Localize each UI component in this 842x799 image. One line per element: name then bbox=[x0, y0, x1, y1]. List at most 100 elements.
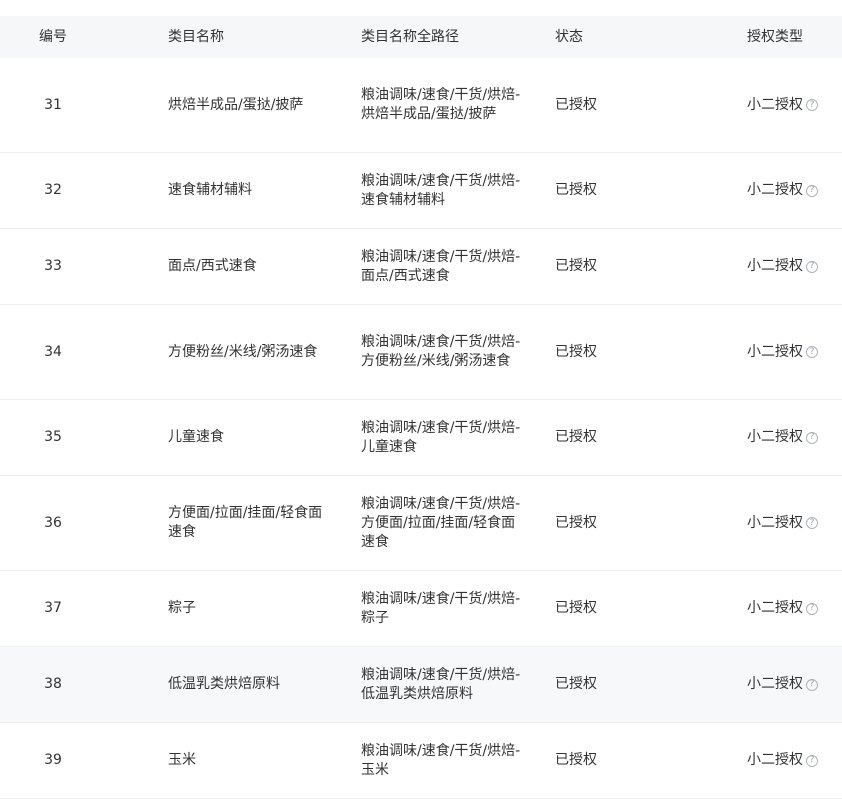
cell-id: 33 bbox=[0, 229, 106, 304]
cell-category-name: 速食辅材辅料 bbox=[168, 153, 323, 228]
question-circle-icon[interactable]: ? bbox=[806, 517, 818, 529]
cell-status: 已授权 bbox=[555, 229, 675, 304]
question-circle-icon[interactable]: ? bbox=[806, 346, 818, 358]
cell-status: 已授权 bbox=[555, 571, 675, 646]
question-circle-icon[interactable]: ? bbox=[806, 99, 818, 111]
table-row: 37 粽子 粮油调味/速食/干货/烘焙-粽子 已授权 小二授权? bbox=[0, 571, 842, 647]
cell-status: 已授权 bbox=[555, 58, 675, 152]
cell-auth-type-text: 小二授权 bbox=[747, 600, 803, 616]
cell-category-name: 儿童速食 bbox=[168, 400, 323, 475]
table-row: 31 烘焙半成品/蛋挞/披萨 粮油调味/速食/干货/烘焙-烘焙半成品/蛋挞/披萨 已授… bbox=[0, 58, 842, 153]
cell-category-name: 烘焙半成品/蛋挞/披萨 bbox=[168, 58, 323, 152]
cell-id-text: 35 bbox=[44, 429, 62, 445]
cell-category-path: 粮油调味/速食/干货/烘焙-玉米 bbox=[361, 723, 521, 798]
table-row: 39 玉米 粮油调味/速食/干货/烘焙-玉米 已授权 小二授权? bbox=[0, 723, 842, 799]
cell-category-path: 粮油调味/速食/干货/烘焙-烘焙半成品/蛋挞/披萨 bbox=[361, 58, 521, 152]
cell-category-name-text: 速食辅材辅料 bbox=[168, 182, 252, 198]
cell-status: 已授权 bbox=[555, 400, 675, 475]
cell-id: 34 bbox=[0, 305, 106, 399]
cell-status-text: 已授权 bbox=[555, 258, 597, 274]
cell-category-path: 粮油调味/速食/干货/烘焙-速食辅材辅料 bbox=[361, 153, 521, 228]
column-header-path: 类目名称全路径 bbox=[361, 28, 459, 45]
cell-status-text: 已授权 bbox=[555, 429, 597, 445]
cell-auth-type: 小二授权? bbox=[747, 476, 842, 570]
question-circle-icon[interactable]: ? bbox=[806, 184, 818, 197]
column-header-auth: 授权类型 bbox=[747, 28, 803, 45]
cell-category-path-text: 粮油调味/速食/干货/烘焙-儿童速食 bbox=[361, 419, 521, 455]
table-row: 38 低温乳类烘焙原料 粮油调味/速食/干货/烘焙-低温乳类烘焙原料 已授权 小二授权? bbox=[0, 647, 842, 723]
cell-status-text: 已授权 bbox=[555, 600, 597, 616]
cell-category-name-text: 面点/西式速食 bbox=[168, 258, 257, 274]
cell-category-path: 粮油调味/速食/干货/烘焙-方便粉丝/米线/粥汤速食 bbox=[361, 305, 521, 399]
cell-id: 31 bbox=[0, 58, 106, 152]
cell-auth-type-text: 小二授权 bbox=[747, 429, 803, 445]
cell-auth-type-text: 小二授权 bbox=[747, 182, 803, 198]
cell-category-name: 粽子 bbox=[168, 571, 323, 646]
cell-category-path-text: 粮油调味/速食/干货/烘焙-低温乳类烘焙原料 bbox=[361, 666, 521, 702]
cell-category-name: 面点/西式速食 bbox=[168, 229, 323, 304]
cell-id: 37 bbox=[0, 571, 106, 646]
cell-id-text: 31 bbox=[44, 96, 62, 113]
cell-category-name-text: 方便粉丝/米线/粥汤速食 bbox=[168, 343, 318, 360]
cell-status-text: 已授权 bbox=[555, 676, 597, 692]
cell-auth-type-text: 小二授权 bbox=[747, 96, 803, 113]
cell-auth-type: 小二授权? bbox=[747, 58, 842, 152]
cell-auth-type: 小二授权? bbox=[747, 153, 842, 228]
cell-category-path-text: 粮油调味/速食/干货/烘焙-方便粉丝/米线/粥汤速食 bbox=[361, 334, 521, 369]
question-circle-icon[interactable]: ? bbox=[806, 754, 818, 767]
cell-id: 32 bbox=[0, 153, 106, 228]
cell-category-path-text: 粮油调味/速食/干货/烘焙-速食辅材辅料 bbox=[361, 172, 521, 208]
cell-id-text: 36 bbox=[44, 514, 62, 531]
cell-auth-type-text: 小二授权 bbox=[747, 514, 803, 531]
cell-id: 35 bbox=[0, 400, 106, 475]
table-row: 35 儿童速食 粮油调味/速食/干货/烘焙-儿童速食 已授权 小二授权? bbox=[0, 400, 842, 476]
cell-category-path: 粮油调味/速食/干货/烘焙-方便面/拉面/挂面/轻食面速食 bbox=[361, 476, 521, 570]
cell-category-name-text: 玉米 bbox=[168, 752, 196, 768]
table-row: 34 方便粉丝/米线/粥汤速食 粮油调味/速食/干货/烘焙-方便粉丝/米线/粥汤速食… bbox=[0, 305, 842, 400]
table-header: 编号 类目名称 类目名称全路径 状态 授权类型 bbox=[0, 16, 842, 58]
cell-category-path-text: 粮油调味/速食/干货/烘焙-面点/西式速食 bbox=[361, 248, 521, 284]
cell-id: 39 bbox=[0, 723, 106, 798]
cell-id-text: 33 bbox=[44, 258, 62, 274]
cell-category-name-text: 烘焙半成品/蛋挞/披萨 bbox=[168, 96, 304, 113]
cell-id: 36 bbox=[0, 476, 106, 570]
table-row: 36 方便面/拉面/挂面/轻食面速食 粮油调味/速食/干货/烘焙-方便面/拉面/挂面… bbox=[0, 476, 842, 571]
cell-category-path-text: 粮油调味/速食/干货/烘焙-烘焙半成品/蛋挞/披萨 bbox=[361, 87, 521, 122]
cell-status: 已授权 bbox=[555, 723, 675, 798]
cell-status: 已授权 bbox=[555, 647, 675, 722]
question-circle-icon[interactable]: ? bbox=[806, 260, 818, 273]
cell-status: 已授权 bbox=[555, 305, 675, 399]
cell-auth-type-text: 小二授权 bbox=[747, 676, 803, 692]
cell-status-text: 已授权 bbox=[555, 752, 597, 768]
cell-id-text: 38 bbox=[44, 676, 62, 692]
cell-status-text: 已授权 bbox=[555, 96, 597, 113]
question-circle-icon[interactable]: ? bbox=[806, 431, 818, 444]
cell-category-path: 粮油调味/速食/干货/烘焙-面点/西式速食 bbox=[361, 229, 521, 304]
cell-category-name-text: 低温乳类烘焙原料 bbox=[168, 676, 280, 692]
question-circle-icon[interactable]: ? bbox=[806, 602, 818, 615]
cell-auth-type: 小二授权? bbox=[747, 400, 842, 475]
cell-category-path-text: 粮油调味/速食/干货/烘焙-玉米 bbox=[361, 742, 521, 778]
cell-status: 已授权 bbox=[555, 153, 675, 228]
cell-status-text: 已授权 bbox=[555, 182, 597, 198]
cell-id: 38 bbox=[0, 647, 106, 722]
question-circle-icon[interactable]: ? bbox=[806, 678, 818, 691]
cell-category-name-text: 方便面/拉面/挂面/轻食面速食 bbox=[168, 505, 323, 540]
cell-category-name: 方便面/拉面/挂面/轻食面速食 bbox=[168, 476, 323, 570]
table-row: 32 速食辅材辅料 粮油调味/速食/干货/烘焙-速食辅材辅料 已授权 小二授权? bbox=[0, 153, 842, 229]
cell-auth-type: 小二授权? bbox=[747, 305, 842, 399]
table-row: 33 面点/西式速食 粮油调味/速食/干货/烘焙-面点/西式速食 已授权 小二授权? bbox=[0, 229, 842, 305]
cell-auth-type-text: 小二授权 bbox=[747, 258, 803, 274]
cell-auth-type-text: 小二授权 bbox=[747, 752, 803, 768]
table-body: 31 烘焙半成品/蛋挞/披萨 粮油调味/速食/干货/烘焙-烘焙半成品/蛋挞/披萨 已授… bbox=[0, 58, 842, 799]
cell-category-path-text: 粮油调味/速食/干货/烘焙-方便面/拉面/挂面/轻食面速食 bbox=[361, 495, 521, 550]
cell-auth-type: 小二授权? bbox=[747, 647, 842, 722]
cell-category-name-text: 粽子 bbox=[168, 600, 196, 616]
cell-category-name-text: 儿童速食 bbox=[168, 429, 224, 445]
cell-category-path: 粮油调味/速食/干货/烘焙-粽子 bbox=[361, 571, 521, 646]
cell-category-name: 低温乳类烘焙原料 bbox=[168, 647, 323, 722]
column-header-name: 类目名称 bbox=[168, 28, 224, 45]
cell-id-text: 34 bbox=[44, 343, 62, 360]
cell-category-name: 玉米 bbox=[168, 723, 323, 798]
cell-category-name: 方便粉丝/米线/粥汤速食 bbox=[168, 305, 323, 399]
